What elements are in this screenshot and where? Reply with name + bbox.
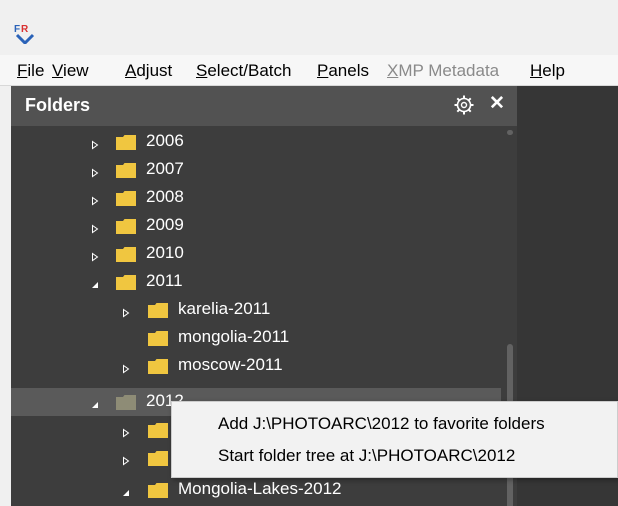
folders-panel-header: Folders ✕: [11, 86, 517, 126]
tree-row-mongolia-2011[interactable]: mongolia-2011: [11, 324, 501, 352]
expander-expanded-icon[interactable]: [121, 485, 131, 496]
folder-icon: [116, 191, 136, 206]
folder-icon: [116, 163, 136, 178]
expander-collapsed-icon[interactable]: [121, 361, 131, 374]
menu-file-mnemonic: F: [17, 61, 28, 80]
folder-icon: [148, 303, 168, 318]
menu-adjust-mnemonic: A: [125, 61, 137, 80]
menu-select-batch-mnemonic: S: [196, 61, 208, 80]
folder-icon: [148, 331, 168, 346]
expander-expanded-icon[interactable]: [90, 277, 100, 288]
context-menu-add-favorite[interactable]: Add J:\PHOTOARC\2012 to favorite folders: [218, 414, 545, 434]
folder-icon: [116, 247, 136, 262]
expander-collapsed-icon[interactable]: [121, 453, 131, 466]
folder-icon: [148, 483, 168, 498]
menu-panels-rest: anels: [328, 61, 369, 80]
context-menu: Add J:\PHOTOARC\2012 to favorite folders…: [171, 401, 618, 478]
menu-panels-mnemonic: P: [317, 61, 329, 80]
menu-file-rest: ile: [27, 61, 45, 80]
tree-row-2006[interactable]: 2006: [11, 128, 501, 156]
tree-row-2011[interactable]: 2011: [11, 268, 501, 296]
tree-label: Mongolia-Lakes-2012: [178, 479, 342, 498]
expander-collapsed-icon[interactable]: [90, 249, 100, 262]
tree-label: 2009: [146, 215, 184, 234]
expander-expanded-icon[interactable]: [90, 397, 100, 408]
scrollbar-top-marker: [507, 130, 513, 135]
tree-row-2010[interactable]: 2010: [11, 240, 501, 268]
menu-panels[interactable]: Panels: [317, 61, 369, 81]
tree-row-2008[interactable]: 2008: [11, 184, 501, 212]
tree-label: mongolia-2011: [178, 327, 290, 346]
expander-collapsed-icon[interactable]: [121, 425, 131, 438]
tree-label: 2008: [146, 187, 184, 206]
menu-view-rest: iew: [63, 61, 89, 80]
tree-label: 2007: [146, 159, 184, 178]
tree-label: karelia-2011: [178, 299, 271, 318]
menu-select-batch-rest: elect/Batch: [207, 61, 292, 80]
menu-view-mnemonic: V: [52, 61, 64, 80]
app-logo-icon: F R: [14, 24, 35, 44]
menu-xmp-metadata[interactable]: XMP Metadata: [387, 61, 499, 81]
folder-icon: [116, 275, 136, 290]
folder-icon: [116, 395, 136, 410]
folder-icon: [148, 359, 168, 374]
menu-view[interactable]: View: [52, 61, 89, 81]
menu-help-mnemonic: H: [530, 61, 543, 80]
menu-select-batch[interactable]: Select/Batch: [196, 61, 291, 81]
menu-adjust[interactable]: Adjust: [125, 61, 172, 81]
expander-collapsed-icon[interactable]: [90, 137, 100, 150]
expander-collapsed-icon[interactable]: [90, 221, 100, 234]
gear-icon[interactable]: [454, 95, 474, 115]
tree-label: 2010: [146, 243, 184, 262]
tree-label: moscow-2011: [178, 355, 283, 374]
folder-icon: [148, 451, 168, 466]
expander-collapsed-icon[interactable]: [90, 165, 100, 178]
menu-xmp-metadata-mnemonic: X: [387, 61, 399, 80]
expander-collapsed-icon[interactable]: [90, 193, 100, 206]
svg-text:F: F: [14, 24, 20, 35]
menu-xmp-metadata-rest: MP Metadata: [398, 61, 500, 80]
title-bar: F R: [0, 0, 618, 55]
tree-row-2009[interactable]: 2009: [11, 212, 501, 240]
folder-icon: [148, 423, 168, 438]
menu-adjust-rest: djust: [136, 61, 173, 80]
context-menu-start-tree[interactable]: Start folder tree at J:\PHOTOARC\2012: [218, 446, 515, 466]
tree-label: 2011: [146, 271, 183, 290]
close-icon[interactable]: ✕: [487, 94, 507, 114]
expander-collapsed-icon[interactable]: [121, 305, 131, 318]
tree-row-mongolia-lakes-2012[interactable]: Mongolia-Lakes-2012: [11, 476, 501, 504]
panel-title: Folders: [25, 95, 91, 115]
menu-help[interactable]: Help: [530, 61, 565, 81]
menu-file[interactable]: File: [17, 61, 44, 81]
tree-row-2007[interactable]: 2007: [11, 156, 501, 184]
menu-bar: File View Adjust Select/Batch Panels XMP…: [0, 55, 618, 86]
menu-help-rest: elp: [542, 61, 565, 80]
tree-label: 2006: [146, 131, 184, 150]
tree-row-moscow-2011[interactable]: moscow-2011: [11, 352, 501, 380]
folder-icon: [116, 135, 136, 150]
folder-icon: [116, 219, 136, 234]
svg-text:R: R: [21, 24, 29, 35]
tree-row-karelia-2011[interactable]: karelia-2011: [11, 296, 501, 324]
